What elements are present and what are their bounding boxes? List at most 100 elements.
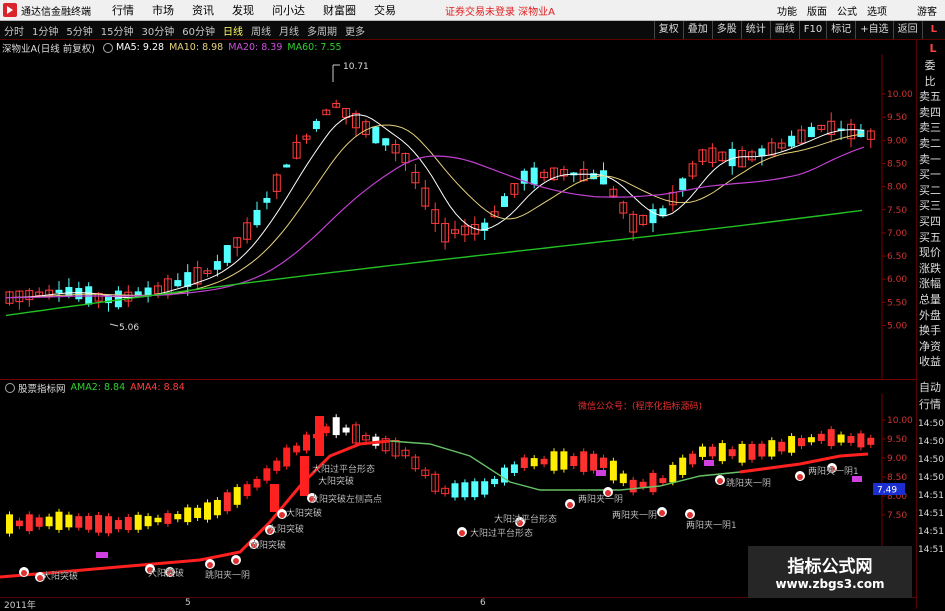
kline-chart[interactable]: 10.00 9.50 9.00 8.50 8.00 7.50 7.00 6.50 6.00 5.5… [0, 54, 916, 379]
side-tab-2[interactable]: 卖五 [919, 90, 941, 103]
side-tab-13[interactable]: 涨跌 [919, 262, 941, 275]
tool-mark[interactable]: 标记 [826, 21, 855, 39]
period-more[interactable]: 更多 [345, 23, 365, 38]
user-guest[interactable]: 游客 [917, 3, 937, 18]
sub-candle-body [817, 433, 825, 441]
side-tab-16[interactable]: 外盘 [919, 309, 941, 322]
period-1min[interactable]: 1分钟 [32, 23, 58, 38]
high-price-label: 10.71 [343, 62, 369, 72]
sub-candle-body [699, 446, 706, 457]
candle-body [263, 197, 271, 203]
side-tab-4[interactable]: 卖三 [919, 121, 941, 134]
sub-candle-body [184, 507, 192, 523]
sub-candle-body [263, 468, 271, 481]
period-60min[interactable]: 60分钟 [182, 23, 215, 38]
sub-candle-body [213, 499, 221, 516]
sub-candle-body [15, 520, 23, 527]
tool-overlay[interactable]: 叠加 [682, 21, 712, 39]
period-30min[interactable]: 30分钟 [141, 23, 174, 38]
menu-quotes[interactable]: 行情 [112, 2, 134, 18]
tool-drawline[interactable]: 画线 [769, 21, 799, 39]
settings-circle-icon[interactable] [102, 42, 113, 53]
signal-bar [96, 552, 108, 558]
side-tab-3[interactable]: 卖四 [919, 106, 941, 119]
side-time: 14:50 [918, 473, 944, 483]
signal-annotation: 大阳过平台形态 [312, 463, 375, 475]
login-notice[interactable]: 证券交易未登录 深物业A [445, 3, 555, 18]
tool-f10[interactable]: F10 [798, 21, 826, 39]
tool-adjust[interactable]: 复权 [653, 21, 683, 39]
side-tab-11[interactable]: 买五 [919, 231, 941, 244]
menu-wealth[interactable]: 财富圈 [323, 2, 356, 18]
side-tab-5[interactable]: 卖二 [919, 137, 941, 150]
side-tab-19[interactable]: 收益 [919, 355, 941, 368]
side-time: 14:50 [918, 455, 944, 465]
period-5min[interactable]: 5分钟 [66, 23, 92, 38]
sub-candle-body [243, 484, 251, 497]
menu-function[interactable]: 功能 [777, 3, 797, 18]
sub-candle-body [798, 437, 805, 447]
sub-candle-body [300, 456, 309, 496]
side-bottom-tab-0[interactable]: 自动 [919, 381, 941, 394]
period-multi[interactable]: 多周期 [307, 23, 337, 38]
side-tab-12[interactable]: 现价 [919, 246, 941, 259]
sub-candle-body [461, 482, 469, 498]
side-tab-17[interactable]: 换手 [919, 324, 941, 337]
menu-news[interactable]: 资讯 [192, 2, 214, 18]
sub-candle-body [332, 417, 340, 436]
sub-candle-body [600, 457, 607, 468]
price-axis-label: 7.50 [887, 206, 907, 216]
menu-options[interactable]: 选项 [867, 3, 887, 18]
level2-corner[interactable]: L [921, 21, 945, 39]
price-axis-label: 10.00 [887, 90, 913, 100]
signal-annotation: 两阳夹一阴 [578, 493, 623, 505]
signal-annotation: 大阳突破 [42, 570, 78, 582]
side-tab-6[interactable]: 卖一 [919, 153, 941, 166]
period-weekly[interactable]: 周线 [251, 23, 271, 38]
menu-ask[interactable]: 问小达 [272, 2, 305, 18]
signal-bar [596, 470, 606, 476]
period-timeshare[interactable]: 分时 [4, 23, 24, 38]
sub-candle-body [867, 437, 875, 445]
sub-candle-body [270, 484, 279, 512]
menu-formula[interactable]: 公式 [837, 3, 857, 18]
tool-add-watchlist[interactable]: +自选 [855, 21, 892, 39]
signal-annotation: 大阳突破左侧高点 [310, 493, 382, 505]
sub-candle-body [174, 514, 182, 520]
side-tab-9[interactable]: 买三 [919, 199, 941, 212]
side-tab-0[interactable]: 委 [919, 59, 941, 72]
signal-marker-dot [459, 530, 465, 536]
price-axis-label: 5.50 [887, 298, 907, 308]
sub-candle-body [570, 456, 578, 467]
menu-trade[interactable]: 交易 [374, 2, 396, 18]
menu-market[interactable]: 市场 [152, 2, 174, 18]
sub-candle-body [837, 434, 845, 443]
sub-candle-body [530, 458, 538, 467]
side-tab-1[interactable]: 比 [919, 75, 941, 88]
menu-layout[interactable]: 版面 [807, 3, 827, 18]
sub-price-axis-label: 10.00 [887, 416, 913, 426]
period-monthly[interactable]: 月线 [279, 23, 299, 38]
sub-candle-body [847, 436, 855, 443]
side-tab-10[interactable]: 买四 [919, 215, 941, 228]
side-bottom-tab-1[interactable]: 行情 [919, 398, 941, 411]
tool-statistics[interactable]: 统计 [740, 21, 770, 39]
side-tab-7[interactable]: 买一 [919, 168, 941, 181]
signal-annotation: 跳阳夹一阴 [726, 477, 771, 489]
sub-candle-body [540, 458, 548, 465]
period-daily[interactable]: 日线 [223, 23, 243, 38]
candle-body [807, 126, 815, 138]
tool-multistock[interactable]: 多股 [711, 21, 741, 39]
signal-annotation: 大阳过平台形态 [494, 513, 557, 525]
side-tab-15[interactable]: 总量 [919, 293, 941, 306]
period-15min[interactable]: 15分钟 [101, 23, 134, 38]
side-corner-l[interactable]: L [922, 42, 944, 55]
date-axis: 2011年 5 6 [0, 597, 916, 611]
menu-discover[interactable]: 发现 [232, 2, 254, 18]
date-label-2011: 2011年 [4, 601, 36, 611]
side-tab-14[interactable]: 涨幅 [919, 277, 941, 290]
side-tab-8[interactable]: 买二 [919, 184, 941, 197]
side-tab-18[interactable]: 净资 [919, 340, 941, 353]
tool-back[interactable]: 返回 [892, 21, 922, 39]
settings-circle-icon[interactable] [5, 382, 15, 393]
